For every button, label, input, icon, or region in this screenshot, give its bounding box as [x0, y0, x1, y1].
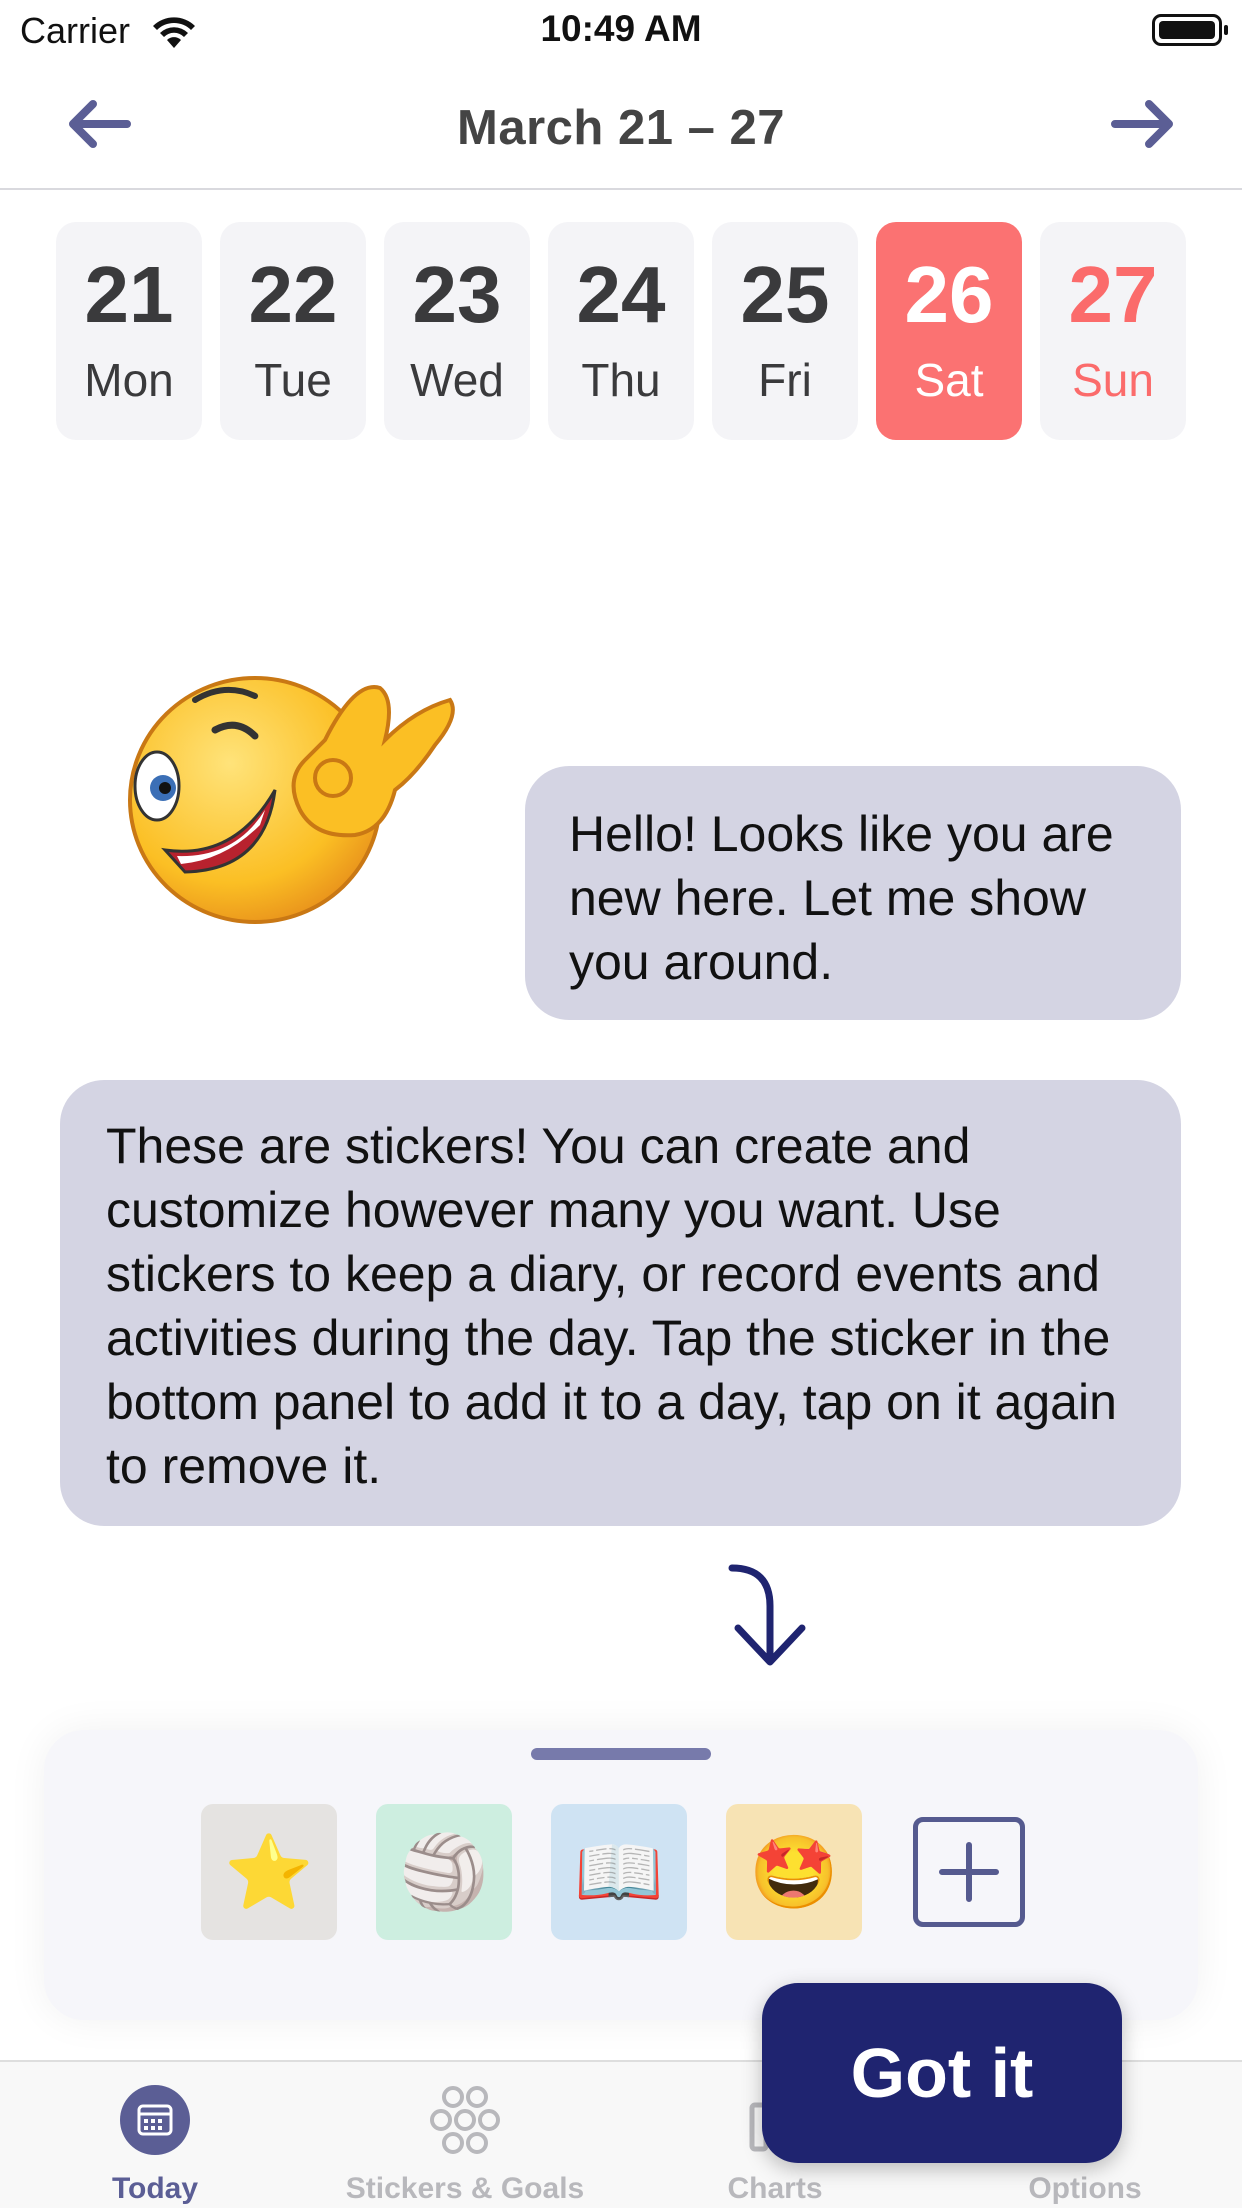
add-sticker-button[interactable] — [913, 1817, 1025, 1927]
day-thursday[interactable]: 24 Thu — [548, 222, 694, 440]
day-number: 25 — [740, 250, 830, 339]
day-number: 24 — [576, 250, 666, 339]
day-name: Tue — [254, 354, 332, 406]
tab-label: Stickers & Goals — [345, 2172, 585, 2205]
sticker-panel: ⭐ 🏐 📖 🤩 — [44, 1730, 1198, 2020]
day-tuesday[interactable]: 22 Tue — [220, 222, 366, 440]
sticker-explanation-bubble: These are stickers! You can create and c… — [60, 1080, 1181, 1526]
day-name: Wed — [410, 354, 504, 406]
day-name: Sun — [1072, 354, 1154, 406]
day-name: Fri — [758, 354, 812, 406]
day-name: Sat — [914, 354, 984, 406]
week-title: March 21 – 27 — [457, 101, 785, 155]
day-saturday-selected[interactable]: 26 Sat — [876, 222, 1022, 440]
day-selector: 21 Mon 22 Tue 23 Wed 24 Thu 25 Fri 26 Sa… — [56, 222, 1186, 440]
greeting-bubble: Hello! Looks like you are new here. Let … — [525, 766, 1181, 1020]
next-week-button[interactable] — [1104, 92, 1184, 156]
day-number: 21 — [84, 250, 174, 339]
curved-down-arrow-icon — [728, 1564, 806, 1666]
day-sunday[interactable]: 27 Sun — [1040, 222, 1186, 440]
day-wednesday[interactable]: 23 Wed — [384, 222, 530, 440]
day-name: Thu — [581, 354, 661, 406]
stickers-icon — [430, 2086, 500, 2154]
panel-grabber[interactable] — [531, 1748, 711, 1760]
tab-label: Today — [111, 2172, 199, 2205]
day-number: 27 — [1068, 250, 1158, 339]
day-name: Mon — [84, 354, 174, 406]
day-friday[interactable]: 25 Fri — [712, 222, 858, 440]
got-it-button[interactable]: Got it — [762, 1983, 1122, 2163]
day-number: 23 — [412, 250, 502, 339]
winking-ok-emoji-icon — [128, 676, 455, 924]
sticker-list: ⭐ 🏐 📖 🤩 — [201, 1804, 1025, 1940]
day-number: 26 — [904, 250, 994, 339]
battery-icon — [1152, 14, 1228, 46]
arrow-right-icon — [1111, 100, 1173, 148]
day-number: 22 — [248, 250, 338, 339]
volleyball-sticker[interactable]: 🏐 — [376, 1804, 512, 1940]
plus-icon — [939, 1842, 999, 1902]
tab-label: Options — [1028, 2172, 1142, 2205]
week-navigation: March 21 – 27 — [0, 62, 1242, 190]
star-sticker[interactable]: ⭐ — [201, 1804, 337, 1940]
status-bar: Carrier 10:49 AM — [0, 0, 1242, 62]
calendar-icon — [120, 2085, 190, 2155]
tab-stickers-goals[interactable]: Stickers & Goals — [310, 2082, 620, 2206]
day-monday[interactable]: 21 Mon — [56, 222, 202, 440]
book-sticker[interactable]: 📖 — [551, 1804, 687, 1940]
tab-today[interactable]: Today — [0, 2082, 310, 2206]
star-struck-sticker[interactable]: 🤩 — [726, 1804, 862, 1940]
clock: 10:49 AM — [540, 8, 702, 49]
tab-label: Charts — [727, 2172, 823, 2205]
